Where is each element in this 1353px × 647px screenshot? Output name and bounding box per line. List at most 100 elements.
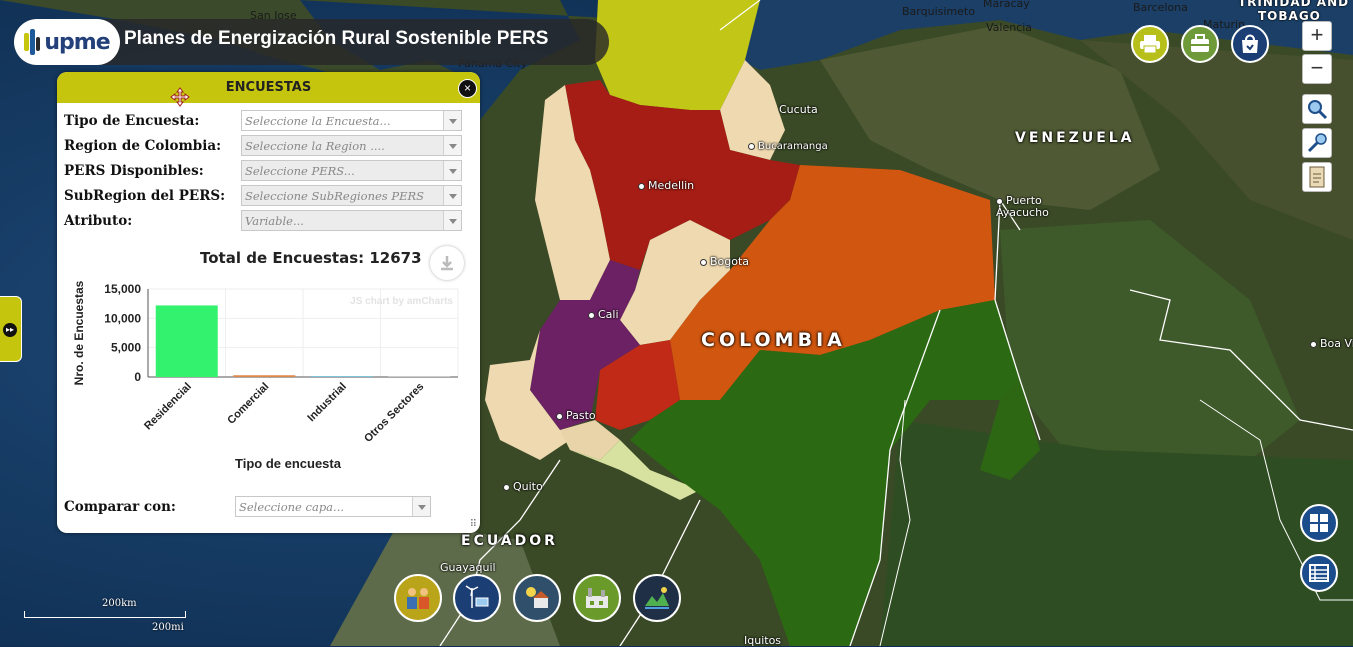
factory-icon [586, 588, 608, 608]
scale-mi-label: 200mi [152, 622, 184, 633]
city-dot-icon [1310, 340, 1317, 348]
region-select[interactable]: Seleccione la Region .... [241, 135, 462, 156]
chevron-down-icon[interactable] [443, 136, 461, 155]
y-tick-label: 5,000 [111, 341, 141, 355]
total-encuestas-label: Total de Encuestas: 12673 [200, 249, 422, 267]
city-name: Bogota [710, 255, 750, 268]
magnifier-map-icon [1308, 100, 1328, 120]
panel-title: ENCUESTAS [225, 80, 312, 95]
sun-house-icon [526, 587, 549, 608]
select-placeholder: Variable... [245, 214, 304, 228]
logo-text: upme [44, 29, 110, 55]
field-label: Tipo de Encuesta: [64, 113, 200, 129]
city-name: Cucuta [779, 103, 818, 116]
city-dot-icon [638, 182, 645, 190]
atributo-select[interactable]: Variable... [241, 210, 462, 231]
layers-grid-button[interactable] [1300, 504, 1338, 542]
bar-comercial [233, 375, 296, 377]
upme-logo[interactable]: upme [14, 19, 120, 65]
city-label-pasto: Pasto [556, 409, 596, 422]
city-name: Puerto Ayacucho [996, 194, 1049, 219]
y-tick-label: 10,000 [104, 311, 141, 325]
download-icon [441, 256, 453, 271]
theme-button-community[interactable] [394, 574, 442, 622]
encuestas-panel: ENCUESTAS × Tipo de Encuesta: Seleccione… [57, 72, 480, 533]
app-header: upme Planes de Energización Rural Sosten… [14, 19, 609, 65]
zoom-in-button[interactable]: + [1302, 21, 1332, 51]
city-label-medellin: Medellin [638, 179, 694, 192]
country-label-trinidad: TRINIDAD AND [1238, 0, 1350, 9]
city-label-quito: Quito [503, 480, 543, 493]
resize-handle-icon[interactable]: ⠿ [470, 519, 477, 530]
theme-button-industry[interactable] [573, 574, 621, 622]
legend-tool-button[interactable] [1302, 162, 1332, 192]
app-title: Planes de Energización Rural Sostenible … [124, 28, 549, 49]
pers-select[interactable]: Seleccione PERS... [241, 160, 462, 181]
theme-button-solar[interactable] [453, 574, 501, 622]
y-axis-title: Nro. de Encuestas [72, 280, 86, 385]
city-name: Medellin [648, 179, 695, 192]
city-dot-icon [700, 258, 707, 266]
upme-logo-icon [24, 29, 41, 55]
city-dot-icon [503, 483, 510, 491]
country-label-venezuela: VENEZUELA [1015, 130, 1135, 146]
scale-line [24, 611, 186, 618]
briefcase-icon [1191, 34, 1209, 52]
city-label-maracay: Maracay [983, 0, 1030, 10]
city-label-puerto-ayacucho: Puerto Ayacucho [996, 195, 1056, 219]
field-label: PERS Disponibles: [64, 163, 204, 179]
chart-watermark: JS chart by amCharts [350, 296, 453, 307]
landscape-icon [645, 587, 669, 609]
chevron-down-icon[interactable] [443, 111, 461, 130]
subregion-select[interactable]: Seleccione SubRegiones PERS [241, 185, 462, 206]
chart-download-button[interactable] [430, 246, 464, 280]
print-button[interactable] [1131, 25, 1169, 63]
city-name: Pasto [566, 409, 596, 422]
chevron-down-icon[interactable] [443, 186, 461, 205]
measure-tool-button[interactable] [1302, 128, 1332, 158]
windmill-solar-icon [465, 585, 489, 608]
chevron-down-icon[interactable] [412, 497, 430, 516]
people-icon [407, 588, 429, 609]
x-tick-label: Comercial [225, 381, 271, 427]
bar-otros-sectores [388, 376, 451, 377]
select-placeholder: Seleccione SubRegiones PERS [245, 189, 425, 203]
sidebar-expand-tab[interactable]: ▸▸ [0, 296, 22, 362]
compare-label: Comparar con: [64, 499, 176, 515]
scale-km-label: 200km [102, 598, 137, 609]
zoom-out-button[interactable]: − [1302, 54, 1332, 84]
close-icon[interactable]: × [458, 79, 477, 98]
city-name: Iquitos [744, 634, 782, 647]
table-list-icon [1309, 564, 1329, 582]
y-tick-label: 0 [134, 370, 141, 384]
compare-layer-select[interactable]: Seleccione capa... [235, 496, 431, 517]
x-tick-label: Industrial [305, 381, 348, 424]
grid-icon [1310, 514, 1328, 532]
chevron-down-icon[interactable] [443, 161, 461, 180]
select-placeholder: Seleccione la Encuesta... [245, 114, 391, 128]
select-placeholder: Seleccione PERS... [245, 164, 355, 178]
identify-tool-button[interactable] [1302, 94, 1332, 124]
city-label-bucaramanga: Bucaramanga [748, 139, 828, 152]
city-label-iquitos: Iquitos [744, 634, 781, 647]
panel-header[interactable]: ENCUESTAS × [57, 72, 480, 103]
theme-button-productive[interactable] [633, 574, 681, 622]
x-axis-title: Tipo de encuesta [235, 456, 342, 471]
chevron-down-icon[interactable] [443, 211, 461, 230]
attribute-table-button[interactable] [1300, 554, 1338, 592]
tipo-encuesta-select[interactable]: Seleccione la Encuesta... [241, 110, 462, 131]
city-label-guayaquil: Guayaquil [440, 561, 496, 574]
city-name: Cali [598, 308, 619, 321]
bar-industrial [310, 376, 373, 377]
move-cursor-icon[interactable] [170, 87, 190, 107]
basemap-gallery-button[interactable] [1181, 25, 1219, 63]
city-label-barquisimeto: Barquisimeto [902, 5, 975, 18]
theme-button-energy[interactable] [513, 574, 561, 622]
printer-icon [1140, 35, 1160, 54]
city-label-cucuta: Cucuta [779, 103, 818, 116]
measure-icon [1307, 133, 1327, 153]
document-map-icon [1309, 166, 1325, 188]
shopping-bag-button[interactable] [1231, 25, 1269, 63]
field-label: Region de Colombia: [64, 138, 222, 154]
city-label-valencia: Valencia [986, 21, 1033, 34]
